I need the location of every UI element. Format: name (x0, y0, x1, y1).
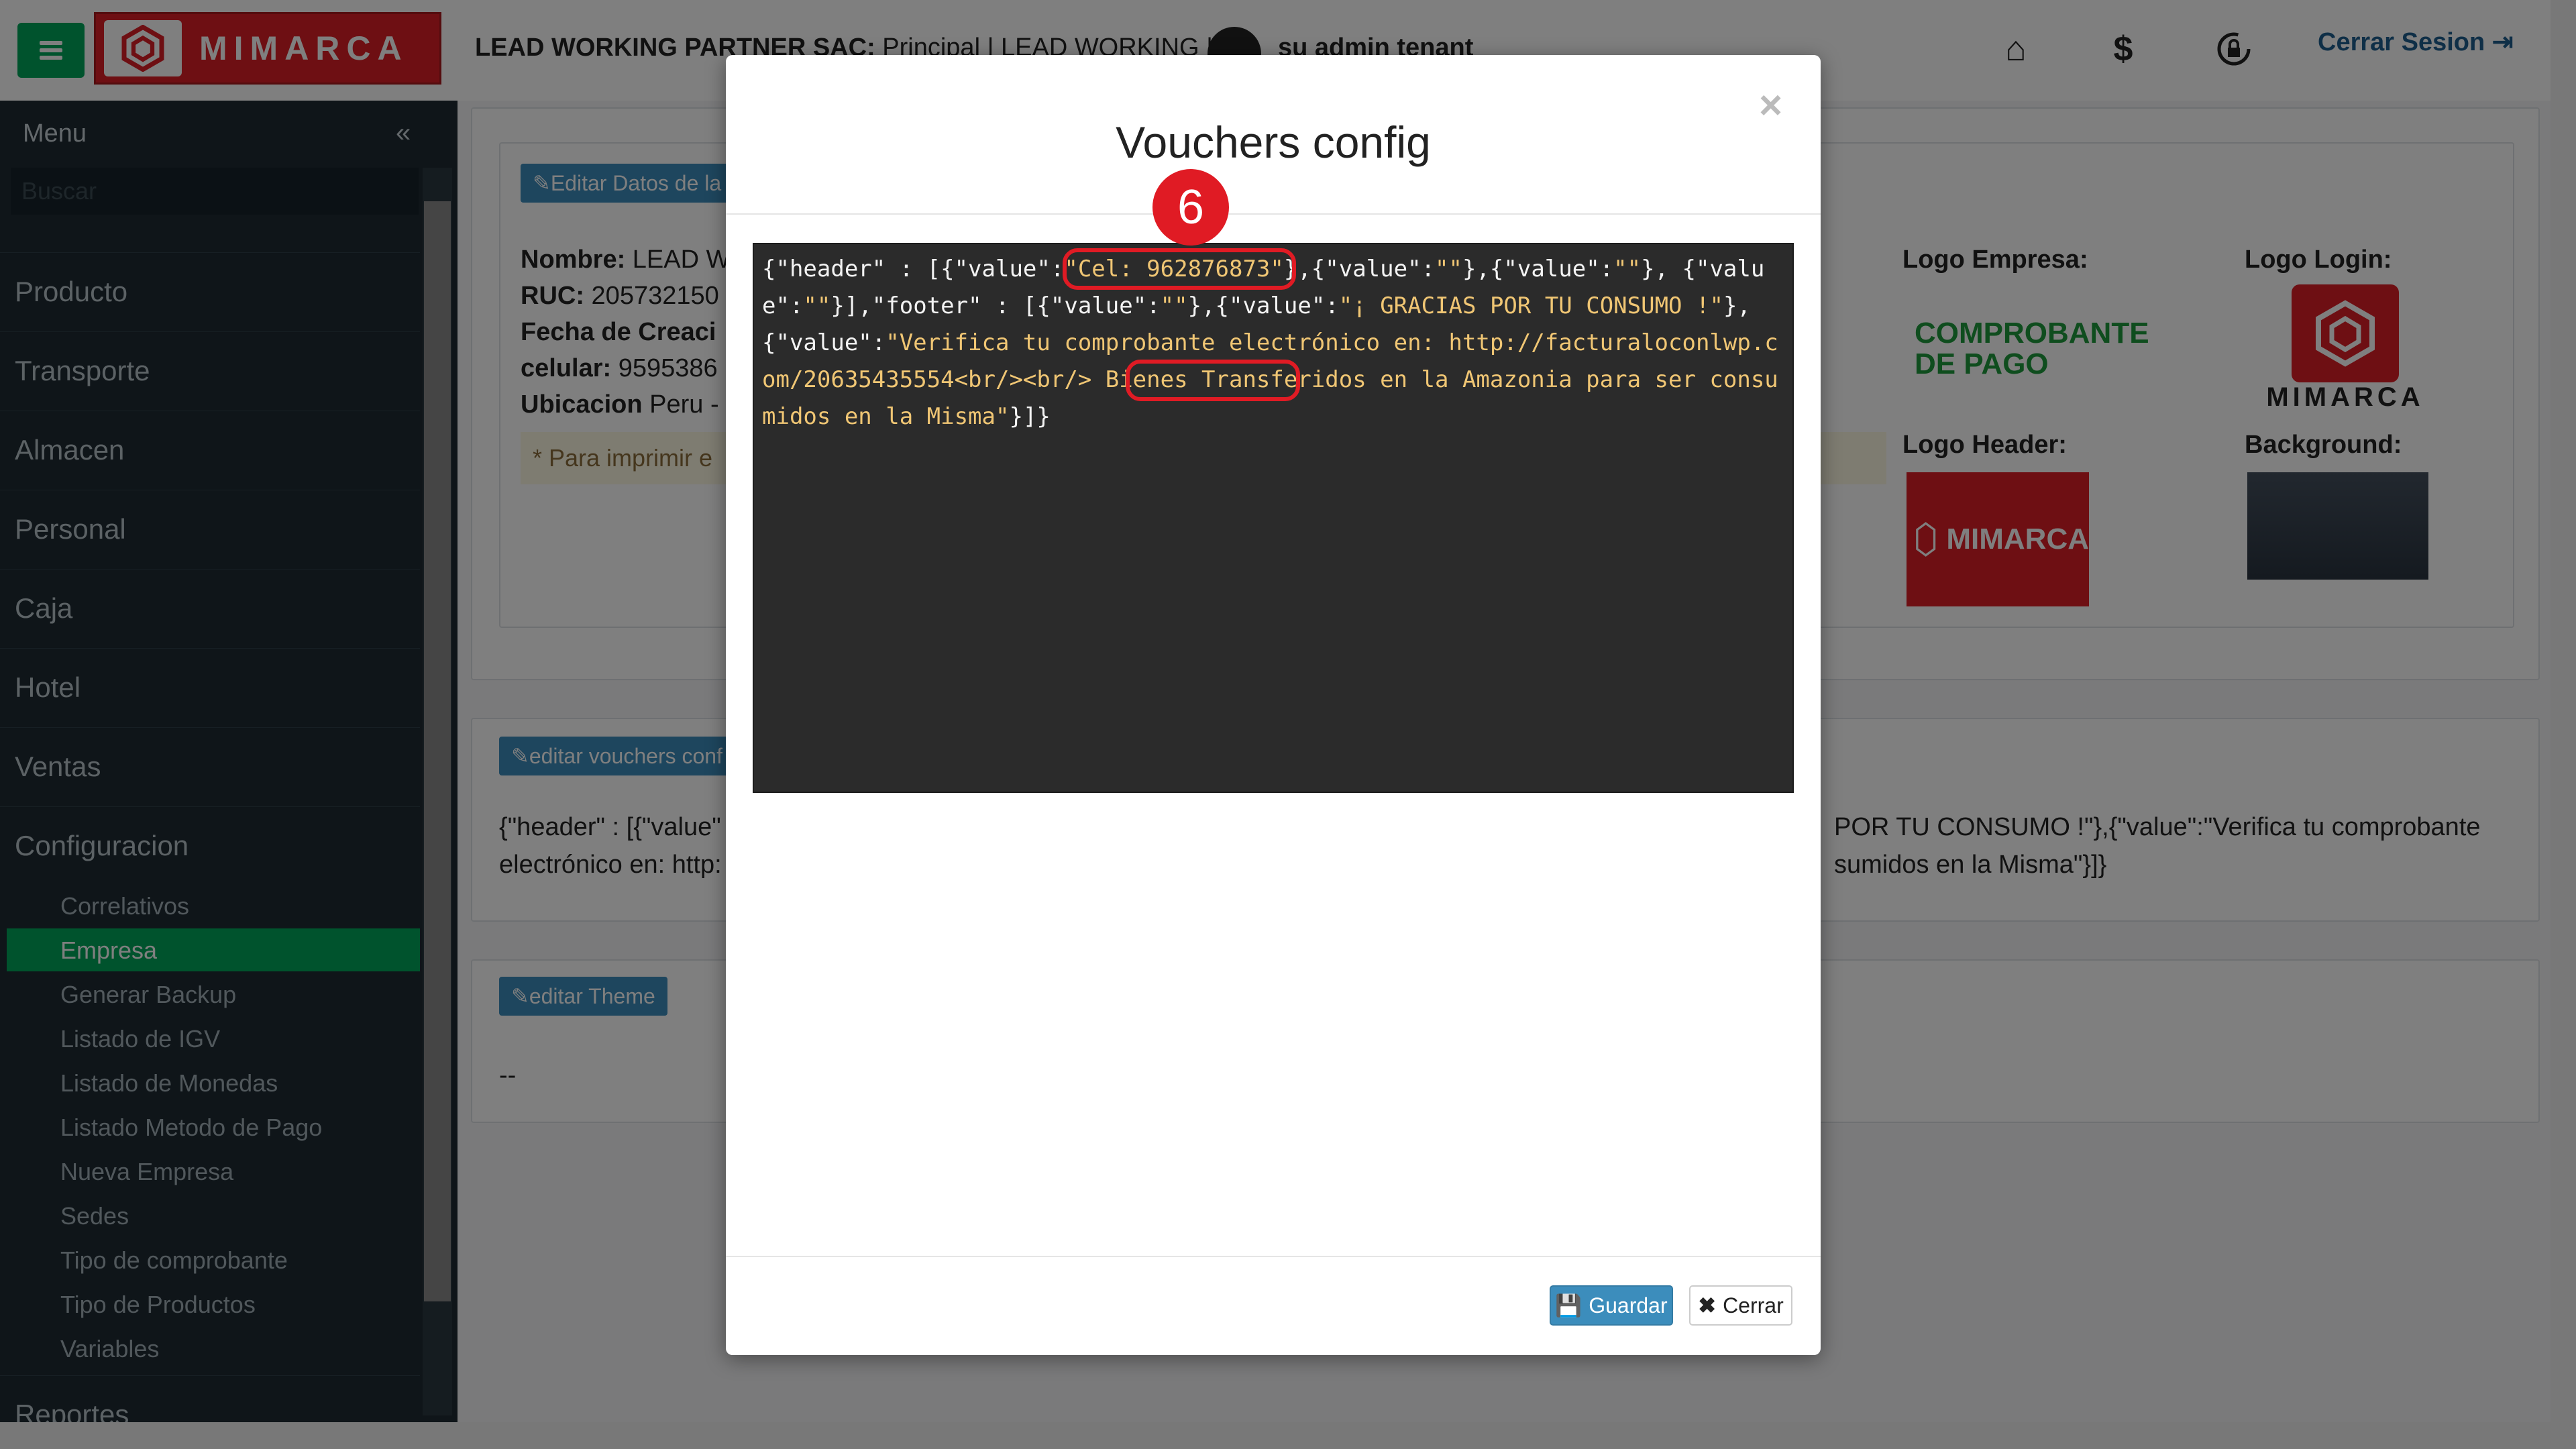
json-string: "" (1613, 256, 1642, 282)
close-label: Cerrar (1723, 1293, 1784, 1318)
json-punctuation: {"header" : [{"value": (762, 256, 1065, 282)
json-string: "" (1435, 256, 1462, 282)
highlight-phone (1063, 248, 1296, 290)
close-button[interactable]: ✖ Cerrar (1689, 1285, 1792, 1326)
json-punctuation: },{"value": (1462, 256, 1614, 282)
step-badge: 6 (1152, 169, 1229, 246)
json-string: "" (803, 292, 831, 319)
close-x-icon: ✖ (1698, 1293, 1717, 1318)
floppy-icon: 💾 (1555, 1293, 1582, 1318)
json-string: "" (1160, 292, 1188, 319)
json-string: "¡ GRACIAS POR TU CONSUMO !" (1338, 292, 1723, 319)
json-editor[interactable]: {"header" : [{"value":"Cel: 962876873"},… (753, 243, 1794, 793)
json-punctuation: },{"value": (1187, 292, 1339, 319)
modal-divider (726, 1256, 1821, 1257)
json-punctuation: }],"footer" : [{"value": (830, 292, 1161, 319)
json-punctuation: },{"value": (1283, 256, 1436, 282)
json-punctuation: }]} (1009, 403, 1051, 430)
highlight-ruc (1126, 360, 1300, 401)
modal-divider (726, 213, 1821, 215)
save-label: Guardar (1589, 1293, 1668, 1318)
modal-title: Vouchers config (1116, 117, 1431, 167)
save-button[interactable]: 💾 Guardar (1550, 1285, 1673, 1326)
vouchers-config-modal: × Vouchers config {"header" : [{"value":… (726, 55, 1821, 1355)
